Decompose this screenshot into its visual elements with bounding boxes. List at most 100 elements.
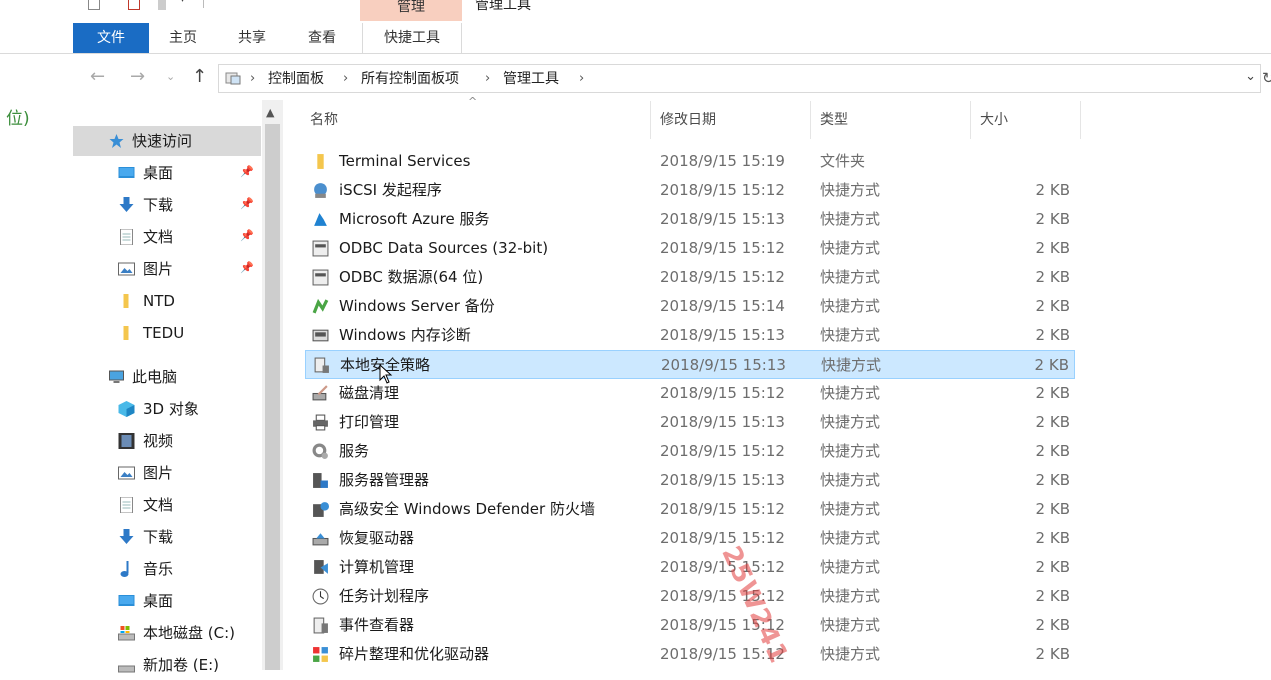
file-size: 2 KB [1035,529,1070,547]
file-row[interactable]: ODBC 数据源(64 位) 2018/9/15 15:12 快捷方式 2 KB [305,263,1075,292]
sidebar-item-label: 图片 [143,464,174,482]
sidebar-item-ntd[interactable]: NTD [73,286,261,316]
sidebar-item-desktop-pc[interactable]: 桌面 [73,586,261,616]
column-header-type[interactable]: 类型 [820,101,970,139]
pin-icon[interactable]: 📌 [240,197,254,210]
column-divider[interactable] [1080,101,1081,139]
address-dropdown-icon[interactable]: ⌄ [1245,69,1256,84]
sidebar-item-music[interactable]: 音乐 [73,554,261,584]
refresh-icon[interactable]: ↻ [1262,69,1271,87]
sidebar-item-label: 文档 [143,228,174,246]
sidebar-item-label: 下载 [143,528,174,546]
sidebar-item-pictures[interactable]: 图片 📌 [73,254,261,284]
file-row-selected[interactable]: 本地安全策略 2018/9/15 15:13 快捷方式 2 KB [305,350,1075,379]
up-arrow-icon[interactable]: ↑ [192,66,207,87]
scrollbar-thumb[interactable] [265,124,280,670]
backup-icon [312,298,329,314]
file-row[interactable]: 打印管理 2018/9/15 15:13 快捷方式 2 KB [305,408,1075,437]
file-name: Windows 内存诊断 [339,326,471,344]
sidebar-scrollbar[interactable]: ▲ [262,100,283,670]
sidebar-item-documents[interactable]: 文档 📌 [73,222,261,252]
file-name: 服务器管理器 [339,471,430,489]
breadcrumb-separator-icon[interactable]: › [343,69,348,89]
sidebar-item-drive-c[interactable]: 本地磁盘 (C:) [73,618,261,648]
file-row[interactable]: 恢复驱动器 2018/9/15 15:12 快捷方式 2 KB [305,524,1075,553]
file-type: 快捷方式 [821,356,882,374]
odbc-icon [312,269,329,286]
folder-icon [123,294,129,308]
recent-locations-chevron-icon[interactable]: ⌄ [166,70,175,83]
sidebar-item-3d-objects[interactable]: 3D 对象 [73,394,261,424]
file-row[interactable]: 碎片整理和优化驱动器 2018/9/15 15:12 快捷方式 2 KB [305,640,1075,669]
sidebar-item-this-pc[interactable]: 此电脑 [73,362,261,392]
window-title: 管理工具 [475,0,531,13]
forward-arrow-icon[interactable]: → [130,66,145,87]
scroll-up-icon[interactable]: ▲ [266,106,274,119]
pin-icon[interactable]: 📌 [240,229,254,242]
sidebar-item-videos[interactable]: 视频 [73,426,261,456]
file-name: Microsoft Azure 服务 [339,210,490,228]
back-arrow-icon[interactable]: ← [90,66,105,87]
event-viewer-icon [313,617,328,634]
tab-file[interactable]: 文件 [73,23,149,54]
file-row[interactable]: Microsoft Azure 服务 2018/9/15 15:13 快捷方式 … [305,205,1075,234]
sidebar-item-pictures-pc[interactable]: 图片 [73,458,261,488]
column-divider[interactable] [970,101,971,139]
file-row[interactable]: 磁盘清理 2018/9/15 15:12 快捷方式 2 KB [305,379,1075,408]
tab-shortcut-tools[interactable]: 快捷工具 [362,23,462,54]
tab-share[interactable]: 共享 [218,23,286,54]
new-folder-icon[interactable] [158,0,166,10]
sidebar-item-documents-pc[interactable]: 文档 [73,490,261,520]
sidebar-item-downloads-pc[interactable]: 下载 [73,522,261,552]
file-row[interactable]: Terminal Services 2018/9/15 15:19 文件夹 [305,147,1075,176]
sidebar-item-drive-e[interactable]: 新加卷 (E:) [73,650,261,680]
file-row[interactable]: ODBC Data Sources (32-bit) 2018/9/15 15:… [305,234,1075,263]
sidebar-item-desktop[interactable]: 桌面 📌 [73,158,261,188]
breadcrumb-separator-icon[interactable]: › [485,69,490,89]
pin-icon[interactable]: 📌 [240,165,254,178]
column-header-size[interactable]: 大小 [980,101,1080,139]
sidebar-item-label: 本地磁盘 (C:) [143,624,235,642]
file-row[interactable]: 服务器管理器 2018/9/15 15:13 快捷方式 2 KB [305,466,1075,495]
file-type: 快捷方式 [820,210,881,228]
sidebar-item-downloads[interactable]: 下载 📌 [73,190,261,220]
file-size: 2 KB [1035,384,1070,402]
recovery-icon [312,533,329,546]
sidebar-item-tedu[interactable]: TEDU [73,318,261,348]
star-icon [109,134,124,148]
column-divider[interactable] [810,101,811,139]
file-size: 2 KB [1035,297,1070,315]
column-divider[interactable] [650,101,651,139]
server-manager-icon [313,473,328,488]
breadcrumb-separator-icon[interactable]: › [250,69,255,89]
file-row[interactable]: iSCSI 发起程序 2018/9/15 15:12 快捷方式 2 KB [305,176,1075,205]
file-type: 快捷方式 [820,239,881,257]
file-row[interactable]: 事件查看器 2018/9/15 15:12 快捷方式 2 KB [305,611,1075,640]
file-row[interactable]: 计算机管理 2018/9/15 15:12 快捷方式 2 KB [305,553,1075,582]
sidebar-item-quick-access[interactable]: 快速访问 [73,126,261,156]
breadcrumb-control-panel[interactable]: 控制面板 [268,69,324,89]
breadcrumb-separator-icon[interactable]: › [579,69,584,89]
breadcrumb-all-items[interactable]: 所有控制面板项 [361,69,459,89]
tab-home[interactable]: 主页 [150,23,216,54]
column-header-name[interactable]: 名称 [310,101,650,139]
pin-icon[interactable]: 📌 [240,261,254,274]
address-bar[interactable]: › 控制面板 › 所有控制面板项 › 管理工具 › ⌄ [218,64,1261,93]
file-size: 2 KB [1035,587,1070,605]
ribbon-divider [0,53,1271,54]
column-header-date[interactable]: 修改日期 [660,101,810,139]
file-row[interactable]: 高级安全 Windows Defender 防火墙 2018/9/15 15:1… [305,495,1075,524]
file-type: 快捷方式 [820,268,881,286]
file-row[interactable]: 服务 2018/9/15 15:12 快捷方式 2 KB [305,437,1075,466]
customize-dropdown-icon[interactable]: ▾ [180,0,185,5]
file-row[interactable]: Windows Server 备份 2018/9/15 15:14 快捷方式 2… [305,292,1075,321]
file-name: 恢复驱动器 [339,529,415,547]
file-name: 任务计划程序 [339,587,430,605]
tab-view[interactable]: 查看 [288,23,356,54]
file-row[interactable]: Windows 内存诊断 2018/9/15 15:13 快捷方式 2 KB [305,321,1075,350]
file-row[interactable]: 任务计划程序 2018/9/15 15:12 快捷方式 2 KB [305,582,1075,611]
breadcrumb-admin-tools[interactable]: 管理工具 [503,69,559,89]
properties-icon[interactable] [88,0,100,10]
file-name: Terminal Services [339,152,471,170]
checkmark-icon[interactable] [128,0,140,10]
